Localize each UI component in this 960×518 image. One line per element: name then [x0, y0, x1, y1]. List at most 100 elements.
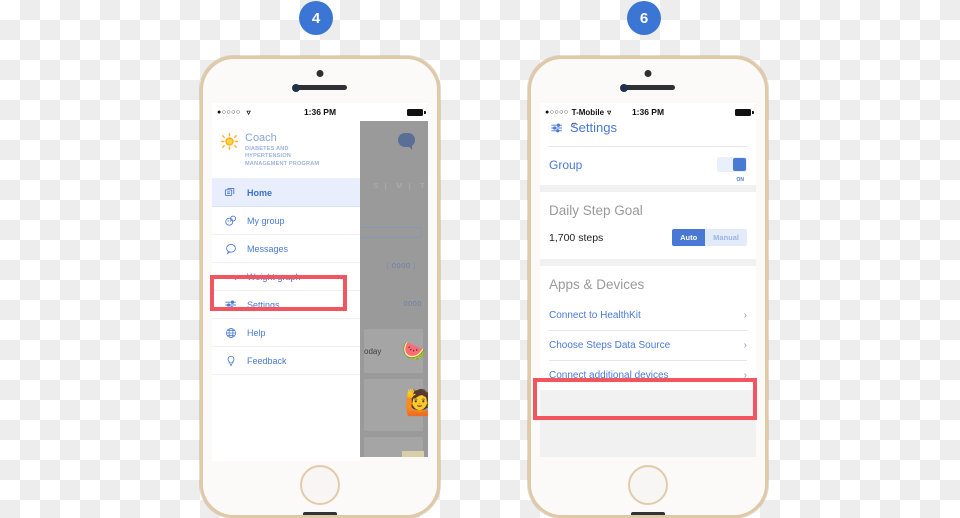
signal-dots-right: ●○○○○ [545, 108, 569, 116]
message-icon [223, 241, 238, 256]
status-bar-right-right-group [735, 108, 754, 116]
sidebar-item-my-group[interactable]: My group [212, 207, 360, 236]
page-title: Settings [570, 121, 617, 135]
apps-devices-card: Apps & Devices Connect to HealthKit › Ch… [540, 266, 756, 390]
sidebar-item-settings[interactable]: Settings [212, 291, 360, 320]
sidebar-item-feedback[interactable]: Feedback [212, 347, 360, 376]
navigation-drawer: Coach DIABETES AND HYPERTENSION MANAGEME… [212, 121, 360, 461]
toggle-knob [733, 158, 746, 171]
app-subtitle-line-3: MANAGEMENT PROGRAM [245, 160, 320, 167]
sidebar-item-help[interactable]: Help [212, 319, 360, 348]
volume-down-button[interactable] [200, 165, 203, 187]
sliders-icon [223, 297, 238, 312]
globe-help-icon [223, 325, 238, 340]
dimmed-content-panel[interactable]: S M T 0000 0000 oday 🍉 🙋 [360, 121, 428, 461]
sidebar-item-messages[interactable]: Messages [212, 235, 360, 264]
sun-icon [221, 133, 238, 150]
phone-screen-left: ●○○○○ ▿ 1:36 PM Coach DIABETES AND HYPER… [212, 103, 428, 461]
chevron-right-icon: › [743, 339, 747, 351]
drawer-layout: Coach DIABETES AND HYPERTENSION MANAGEME… [212, 121, 428, 461]
earpiece-speaker-right [621, 85, 675, 90]
status-bar-right-left-group: ●○○○○ T-Mobile ▿ [545, 108, 611, 117]
app-title: Coach [245, 132, 277, 144]
earpiece-speaker [293, 85, 347, 90]
row-connect-to-healthkit-label: Connect to HealthKit [549, 310, 641, 321]
sidebar-item-home[interactable]: Home [212, 179, 360, 208]
step-badge-4-label: 4 [311, 9, 321, 27]
daily-step-goal-title: Daily Step Goal [549, 203, 643, 218]
day-label-m: M [385, 183, 402, 190]
row-connect-additional-devices[interactable]: Connect additional devices › [540, 361, 756, 390]
carrier-label-right: T-Mobile [571, 107, 605, 117]
front-camera-icon [316, 70, 324, 77]
sidebar-item-help-label: Help [247, 327, 266, 338]
row-connect-to-healthkit[interactable]: Connect to HealthKit › [540, 301, 756, 330]
settings-header-card: ▿ Settings Group ON [540, 121, 756, 185]
group-toggle-switch[interactable] [717, 157, 747, 172]
status-bar-left: ●○○○○ ▿ 1:36 PM [212, 103, 428, 121]
lightning-port-right [631, 512, 665, 515]
person-emoji: 🙋 [404, 389, 428, 418]
phone-bottom-bezel-right [531, 457, 765, 515]
daily-step-goal-card: Daily Step Goal 1,700 steps Auto Manual [540, 192, 756, 259]
status-bar-time: 1:36 PM [303, 107, 337, 117]
status-bar-time-right: 1:36 PM [631, 107, 665, 117]
sidebar-item-my-group-label: My group [247, 215, 285, 226]
lightbulb-icon [223, 353, 238, 368]
chevron-right-icon: › [743, 369, 747, 381]
brand-text-block: Coach DIABETES AND HYPERTENSION MANAGEME… [245, 132, 319, 168]
sidebar-item-settings-label: Settings [247, 299, 280, 310]
battery-icon [407, 108, 426, 116]
phone-mockup-right: ●○○○○ T-Mobile ▿ 1:36 PM ▿ Settings Grou… [528, 56, 768, 518]
settings-header: ▿ Settings [540, 121, 756, 146]
home-cards-icon [223, 185, 238, 200]
phone-bottom-bezel [203, 457, 437, 515]
dimmed-day-labels: S M T [360, 183, 428, 190]
phone-top-bezel-right [531, 59, 765, 103]
group-toggle-row[interactable]: Group ON [540, 147, 756, 185]
app-subtitle-line-2: HYPERTENSION [245, 153, 291, 160]
watermelon-emoji: 🍉 [402, 341, 426, 362]
phone-top-bezel [203, 59, 437, 103]
day-label-t: T [409, 183, 424, 190]
phone-screen-right: ●○○○○ T-Mobile ▿ 1:36 PM ▿ Settings Grou… [540, 103, 756, 461]
dimmed-number-2: 0000 [403, 299, 422, 308]
wifi-artifact-icon: ▿ [572, 121, 577, 129]
sidebar-item-messages-label: Messages [247, 243, 289, 254]
sidebar-item-weight-graph[interactable]: Weight graph [212, 263, 360, 292]
proximity-sensor-right [619, 84, 628, 92]
status-bar-left-group: ●○○○○ ▿ [217, 108, 251, 117]
line-graph-icon [223, 269, 238, 284]
status-bar-right-group [407, 108, 426, 116]
status-bar-right: ●○○○○ T-Mobile ▿ 1:36 PM [540, 103, 756, 121]
wifi-icon: ▿ [246, 107, 251, 117]
sidebar-item-home-label: Home [247, 187, 273, 198]
settings-header-inner: Settings [549, 121, 747, 135]
mode-auto-button[interactable]: Auto [672, 229, 706, 246]
volume-up-button[interactable] [200, 137, 203, 159]
proximity-sensor [291, 84, 300, 92]
day-label-s: S [373, 183, 379, 190]
step-badge-6: 6 [627, 1, 661, 35]
home-button-right[interactable] [628, 465, 668, 505]
wifi-icon-right: ▿ [607, 107, 612, 117]
sidebar-item-weight-graph-label: Weight graph [247, 271, 301, 282]
row-choose-steps-data-source[interactable]: Choose Steps Data Source › [540, 331, 756, 360]
step-goal-mode-segmented-control[interactable]: Auto Manual [672, 229, 747, 246]
group-toggle-label: Group [549, 157, 583, 172]
dimmed-progress-bar [360, 227, 422, 238]
step-badge-4: 4 [299, 1, 333, 35]
drawer-menu: Home My group Messages Weight graph Sett… [212, 178, 360, 376]
settings-screen: ▿ Settings Group ON Daily Step Goal 1,70… [540, 121, 756, 461]
dimmed-today-label: oday [364, 347, 382, 356]
step-badge-6-label: 6 [639, 9, 649, 27]
home-button[interactable] [300, 465, 340, 505]
volume-down-button-right[interactable] [528, 165, 531, 187]
mode-manual-button[interactable]: Manual [705, 229, 747, 246]
apps-devices-title: Apps & Devices [549, 277, 645, 292]
toggle-state-caption: ON [736, 177, 745, 183]
volume-up-button-right[interactable] [528, 137, 531, 159]
chevron-right-icon: › [743, 309, 747, 321]
front-camera-icon-right [644, 70, 652, 77]
step-goal-value: 1,700 steps [549, 231, 604, 244]
